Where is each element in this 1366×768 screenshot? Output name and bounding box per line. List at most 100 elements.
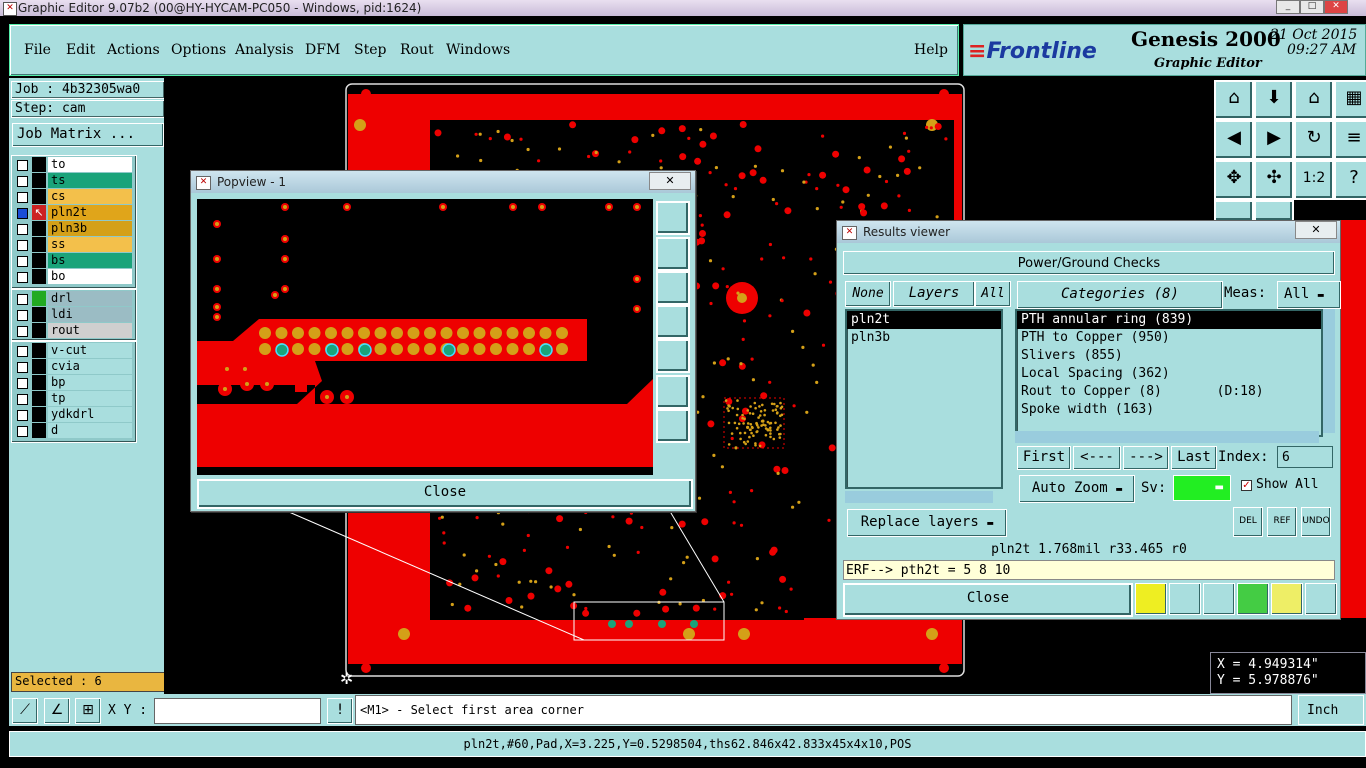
layer-row-cvia[interactable]: cvia <box>12 359 136 374</box>
job-matrix-button[interactable]: Job Matrix ... <box>12 123 164 147</box>
popview-canvas[interactable] <box>197 199 653 475</box>
index-input[interactable]: 6 <box>1277 446 1333 468</box>
layer-row-bp[interactable]: bp <box>12 375 136 390</box>
units-select[interactable]: Inch <box>1298 695 1364 725</box>
results-close-icon[interactable]: ✕ <box>1295 221 1337 239</box>
highlight-icon[interactable] <box>1135 583 1167 615</box>
layer-row-rout[interactable]: rout <box>12 323 136 338</box>
category-results-list[interactable]: PTH annular ring (839) PTH to Copper (950… <box>1015 309 1323 437</box>
xy-input[interactable] <box>154 698 321 724</box>
popview-close-button[interactable]: Close <box>197 479 693 509</box>
pan-left-icon[interactable]: ◀ <box>1214 120 1254 160</box>
ruler-icon[interactable] <box>1254 200 1294 222</box>
layer-row-tp[interactable]: tp <box>12 391 136 406</box>
layer-row-cs[interactable]: cs <box>12 189 136 204</box>
layer-checkbox[interactable] <box>17 176 28 187</box>
menu-edit[interactable]: Edit <box>66 42 95 58</box>
none-button[interactable]: None <box>845 281 891 307</box>
pop-zoom-icon[interactable] <box>656 201 690 235</box>
list-item[interactable]: PTH annular ring (839) <box>1017 311 1321 329</box>
layer-row-ydkdrl[interactable]: ydkdrl <box>12 407 136 422</box>
layer-checkbox[interactable] <box>17 346 28 357</box>
pan-right-icon[interactable]: ▶ <box>1254 120 1294 160</box>
layer-row-pln2t[interactable]: ↖ pln2t <box>12 205 136 220</box>
list-item[interactable]: Local Spacing (362) <box>1017 365 1321 383</box>
categories-tab[interactable]: Categories (8) <box>1017 281 1223 309</box>
minimize-button[interactable]: _ <box>1276 0 1300 14</box>
filter-icon[interactable] <box>1203 583 1235 615</box>
scale-1-2-icon[interactable]: 1:2 <box>1294 160 1334 200</box>
measure-icon[interactable] <box>1214 200 1254 222</box>
zoom-home-icon[interactable]: ⌂ <box>1214 80 1254 120</box>
layer-checkbox[interactable] <box>17 310 28 321</box>
histogram-icon[interactable] <box>1305 583 1337 615</box>
menu-dfm[interactable]: DFM <box>305 42 340 58</box>
layer-row-v-cut[interactable]: v-cut <box>12 343 136 358</box>
menu-help[interactable]: Help <box>914 42 948 58</box>
list-item[interactable]: Spoke width (163) <box>1017 401 1321 419</box>
last-button[interactable]: Last <box>1171 446 1217 470</box>
list-item[interactable]: pln3b <box>847 329 1001 347</box>
all-button[interactable]: All <box>975 281 1011 307</box>
pop-right-icon[interactable] <box>656 339 690 373</box>
pop-fit-icon[interactable] <box>656 375 690 409</box>
layer-checkbox[interactable] <box>17 224 28 235</box>
grid-snap-icon[interactable]: ⊞ <box>75 698 101 724</box>
layer-checkbox[interactable] <box>17 394 28 405</box>
layer-checkbox[interactable] <box>17 410 28 421</box>
close-window-button[interactable]: ✕ <box>1324 0 1348 14</box>
layer-checkbox[interactable] <box>17 160 28 171</box>
layer-checkbox[interactable] <box>17 426 28 437</box>
home-view-icon[interactable]: ⌂ <box>1294 80 1334 120</box>
menu-analysis[interactable]: Analysis <box>235 42 294 58</box>
zoom-center-icon[interactable]: ✣ <box>1254 160 1294 200</box>
redo-view-icon[interactable]: ↻ <box>1294 120 1334 160</box>
layer-row-bo[interactable]: bo <box>12 269 136 284</box>
zoom-down-icon[interactable]: ⬇ <box>1254 80 1294 120</box>
pop-center-icon[interactable] <box>656 409 690 443</box>
grid-icon[interactable]: ▦ <box>1334 80 1366 120</box>
layer-checkbox[interactable] <box>17 272 28 283</box>
layers-tab[interactable]: Layers <box>893 281 975 307</box>
layer-hscroll[interactable] <box>845 491 993 503</box>
category-hscroll[interactable] <box>1015 431 1319 443</box>
zoom-fit-icon[interactable]: ✥ <box>1214 160 1254 200</box>
draw-line-icon[interactable]: ⟋ <box>12 698 38 724</box>
pop-down-icon[interactable] <box>656 271 690 305</box>
category-scrollbar[interactable] <box>1323 309 1335 433</box>
layer-checkbox[interactable] <box>17 208 28 219</box>
layer-row-drl[interactable]: drl <box>12 291 136 306</box>
layer-row-to[interactable]: to <box>12 157 136 172</box>
show-all-checkbox[interactable]: ✓ <box>1241 480 1252 491</box>
layer-row-bs[interactable]: bs <box>12 253 136 268</box>
list-item[interactable]: PTH to Copper (950) <box>1017 329 1321 347</box>
first-button[interactable]: First <box>1017 446 1071 470</box>
layer-row-d[interactable]: d <box>12 423 136 438</box>
layer-row-pln3b[interactable]: pln3b <box>12 221 136 236</box>
draw-angle-icon[interactable]: ∠ <box>44 698 70 724</box>
next-button[interactable]: ---> <box>1123 446 1169 470</box>
menu-options[interactable]: Options <box>171 42 226 58</box>
results-close-button[interactable]: Close <box>843 583 1133 617</box>
layer-row-ts[interactable]: ts <box>12 173 136 188</box>
layer-checkbox[interactable] <box>17 256 28 267</box>
auto-zoom-select[interactable]: Auto Zoom ▬ <box>1019 475 1135 503</box>
undo-icon[interactable]: UNDO <box>1301 507 1331 537</box>
layer-row-ss[interactable]: ss <box>12 237 136 252</box>
popview-close-icon[interactable]: ✕ <box>649 172 691 190</box>
menu-windows[interactable]: Windows <box>446 42 510 58</box>
menu-actions[interactable]: Actions <box>107 42 160 58</box>
maximize-button[interactable]: □ <box>1300 0 1324 14</box>
menu-step[interactable]: Step <box>354 42 386 58</box>
replace-layers-select[interactable]: Replace layers ▬ <box>847 509 1007 537</box>
delete-result-icon[interactable]: DEL <box>1233 507 1263 537</box>
info-icon[interactable]: ! <box>327 698 353 724</box>
notes-icon[interactable] <box>1271 583 1303 615</box>
report-icon[interactable] <box>1169 583 1201 615</box>
layer-row-ldi[interactable]: ldi <box>12 307 136 322</box>
layer-checkbox[interactable] <box>17 240 28 251</box>
sv-color-select[interactable]: ▬ <box>1173 475 1231 501</box>
menu-file[interactable]: File <box>24 42 51 58</box>
list-item[interactable]: Slivers (855) <box>1017 347 1321 365</box>
menu-rout[interactable]: Rout <box>400 42 434 58</box>
